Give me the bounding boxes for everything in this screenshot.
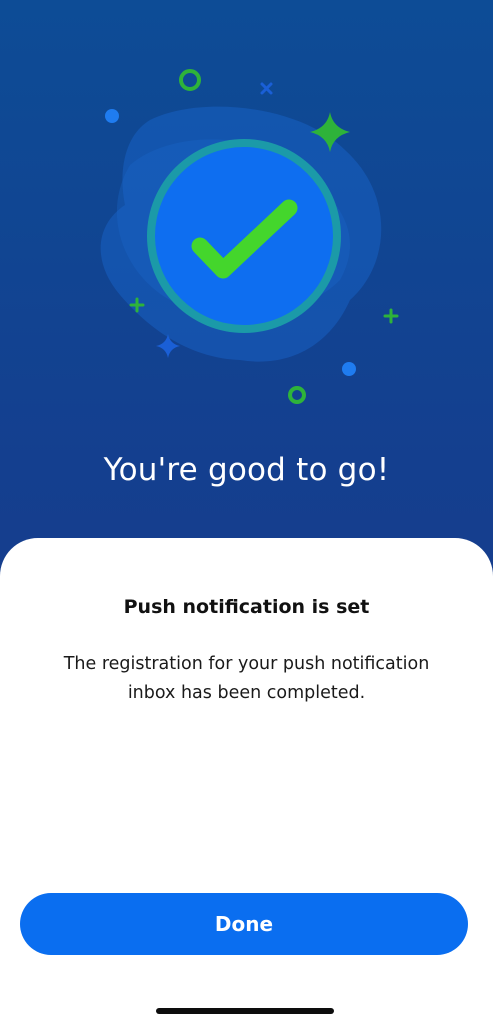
hero-title: You're good to go!	[103, 452, 390, 488]
plus-icon	[383, 308, 399, 324]
dot-icon	[342, 362, 356, 376]
ring-icon	[288, 386, 306, 404]
success-illustration	[100, 69, 399, 404]
x-icon	[260, 82, 273, 95]
success-screen: You're good to go! Push notification is …	[0, 0, 493, 1024]
sheet-title: Push notification is set	[123, 596, 370, 618]
ring-icon	[179, 69, 201, 91]
done-button[interactable]: Done	[20, 893, 468, 955]
bottom-sheet: Push notification is set The registratio…	[0, 538, 493, 1024]
home-indicator	[156, 1008, 334, 1014]
dot-icon	[105, 109, 119, 123]
sheet-message: The registration for your push notificat…	[63, 654, 430, 703]
checkmark-circle-icon	[147, 139, 341, 333]
